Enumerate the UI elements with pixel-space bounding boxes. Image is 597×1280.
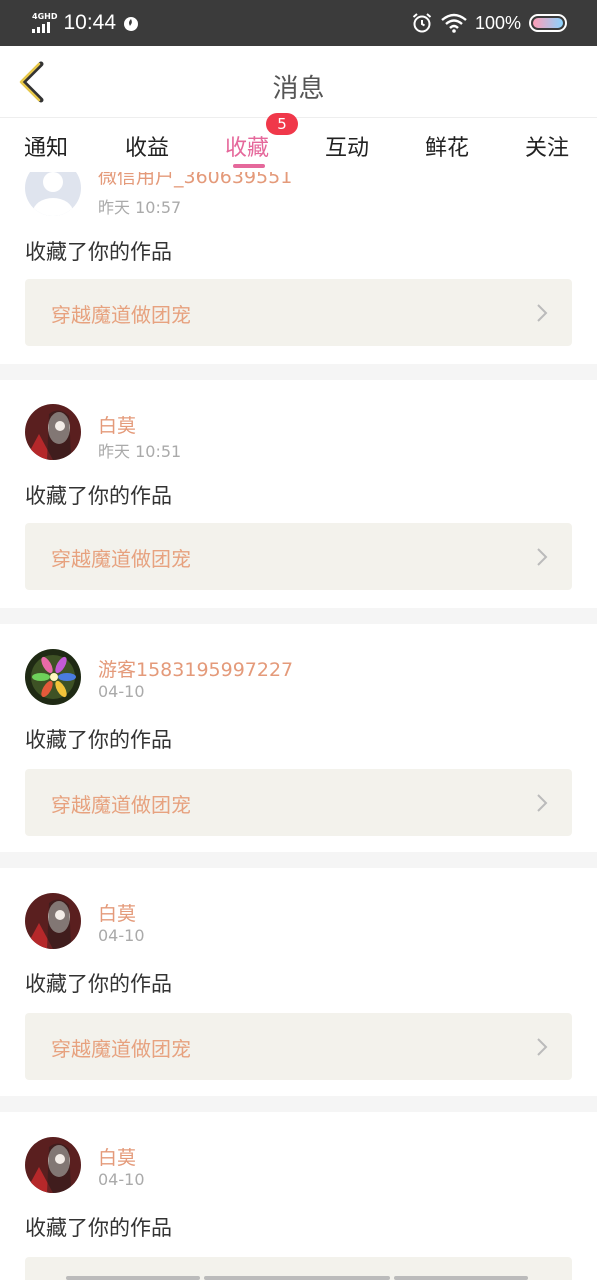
action-text: 收藏了你的作品	[25, 1216, 172, 1240]
list-item: 微信用户_360639551 昨天 10:57 收藏了你的作品 穿越魔道做团宠	[0, 172, 597, 364]
action-text: 收藏了你的作品	[25, 484, 172, 508]
avatar[interactable]	[25, 172, 81, 216]
work-link[interactable]: 穿越魔道做团宠	[25, 523, 572, 590]
clock: 10:44	[63, 11, 117, 34]
tab-interactions[interactable]: 互动	[325, 130, 369, 162]
avatar[interactable]	[25, 893, 81, 949]
divider	[0, 364, 597, 380]
work-link[interactable]: 穿越魔道做团宠	[25, 279, 572, 346]
chevron-right-icon	[537, 548, 548, 566]
network-indicator: 4GHD	[32, 13, 57, 33]
work-title: 穿越魔道做团宠	[51, 793, 191, 817]
action-text: 收藏了你的作品	[25, 728, 172, 752]
tab-favorites[interactable]: 收藏	[225, 130, 269, 162]
message-feed[interactable]: 微信用户_360639551 昨天 10:57 收藏了你的作品 穿越魔道做团宠 …	[0, 172, 597, 1280]
chevron-right-icon	[537, 1038, 548, 1056]
tab-bar: 通知 收益 收藏 互动 鲜花 关注	[0, 118, 597, 172]
timestamp: 昨天 10:51	[98, 442, 182, 461]
avatar[interactable]	[25, 404, 81, 460]
battery-percent: 100%	[474, 12, 521, 33]
list-item: 白莫 04-10 收藏了你的作品 穿越魔道做团宠	[0, 868, 597, 1096]
work-title: 穿越魔道做团宠	[51, 303, 191, 327]
header: 消息	[0, 46, 597, 118]
user-name[interactable]: 微信用户_360639551	[98, 172, 292, 189]
divider	[0, 608, 597, 624]
tab-flowers[interactable]: 鲜花	[425, 130, 469, 162]
user-name[interactable]: 游客1583195997227	[98, 655, 293, 682]
divider	[0, 852, 597, 868]
tab-earnings[interactable]: 收益	[125, 130, 169, 162]
battery-icon	[529, 14, 567, 32]
user-name[interactable]: 白莫	[98, 1143, 136, 1170]
tab-notifications[interactable]: 通知	[24, 130, 68, 162]
work-link[interactable]: 穿越魔道做团宠	[25, 1013, 572, 1080]
page-title: 消息	[272, 74, 325, 104]
list-item: 白莫 04-10 收藏了你的作品	[0, 1112, 597, 1280]
avatar[interactable]	[25, 649, 81, 705]
timestamp: 04-10	[98, 682, 145, 701]
tab-follows[interactable]: 关注	[525, 130, 569, 162]
chevron-right-icon	[537, 304, 548, 322]
signal-icon	[32, 22, 50, 33]
wifi-icon	[441, 13, 467, 33]
list-item: 白莫 昨天 10:51 收藏了你的作品 穿越魔道做团宠	[0, 380, 597, 608]
user-name[interactable]: 白莫	[98, 411, 136, 438]
status-left: 4GHD 10:44	[32, 11, 140, 35]
user-name[interactable]: 白莫	[98, 899, 136, 926]
status-right: 100%	[411, 12, 567, 34]
status-bar: 4GHD 10:44 100%	[0, 0, 597, 46]
divider	[0, 1096, 597, 1112]
timestamp: 04-10	[98, 926, 145, 945]
avatar[interactable]	[25, 1137, 81, 1193]
alarm-icon	[412, 13, 432, 33]
active-tab-indicator	[233, 164, 265, 168]
network-type: 4GHD	[32, 12, 58, 21]
work-title: 穿越魔道做团宠	[51, 1037, 191, 1061]
action-text: 收藏了你的作品	[25, 240, 172, 264]
scroll-indicator	[66, 1276, 528, 1280]
work-link[interactable]: 穿越魔道做团宠	[25, 769, 572, 836]
timestamp: 昨天 10:57	[98, 198, 182, 217]
favorites-count-badge: 5	[266, 113, 298, 135]
list-item: 游客1583195997227 04-10 收藏了你的作品 穿越魔道做团宠	[0, 624, 597, 852]
flame-icon	[124, 17, 139, 31]
action-text: 收藏了你的作品	[25, 972, 172, 996]
timestamp: 04-10	[98, 1170, 145, 1189]
chevron-right-icon	[537, 794, 548, 812]
work-title: 穿越魔道做团宠	[51, 547, 191, 571]
